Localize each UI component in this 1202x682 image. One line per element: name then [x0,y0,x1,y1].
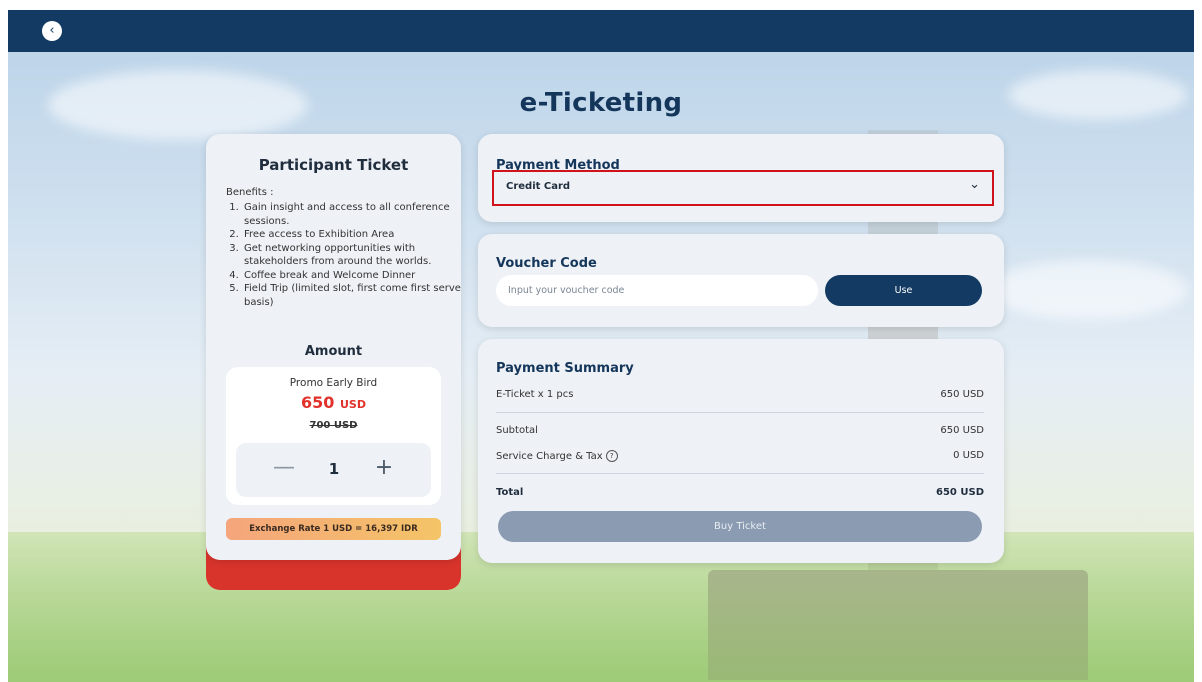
voucher-input[interactable] [496,275,818,306]
amount-label: Amount [304,344,363,359]
back-button[interactable]: ‹ [42,21,62,41]
divider [496,473,984,474]
promo-price-value: 650 [301,393,335,412]
summary-row-subtotal: Subtotal 650 USD [496,425,984,436]
subtotal-value: 650 USD [940,425,984,436]
promo-price: 650 USD [226,393,441,412]
promo-name: Promo Early Bird [289,377,378,389]
quantity-value: 1 [328,460,340,478]
payment-method-select[interactable]: Credit Card ⌄ [492,170,994,206]
benefits-label: Benefits : [226,187,274,198]
voucher-title: Voucher Code [496,256,597,271]
benefit-item: Get networking opportunities with stakeh… [242,242,472,269]
buy-ticket-button[interactable]: Buy Ticket [498,511,982,542]
service-label: Service Charge & Tax [496,451,603,462]
total-value: 650 USD [936,487,984,498]
subtotal-label: Subtotal [496,425,538,436]
top-navbar: ‹ [8,10,1194,52]
exchange-rate-badge: Exchange Rate 1 USD = 16,397 IDR [226,518,441,540]
total-label: Total [496,487,524,498]
chevron-left-icon: ‹ [49,23,55,38]
item-label: E-Ticket x 1 pcs [496,389,574,400]
benefit-item: Gain insight and access to all conferenc… [242,201,472,228]
payment-method-card: Payment Method Credit Card ⌄ [478,134,1004,222]
summary-row-total: Total 650 USD [496,487,984,498]
summary-row-service: Service Charge & Tax? 0 USD [496,450,984,462]
payment-summary-title: Payment Summary [496,361,634,376]
decrease-quantity-button[interactable]: — [272,457,296,481]
price-box: Promo Early Bird 650 USD 700 USD — 1 + [226,367,441,505]
payment-summary-card: Payment Summary E-Ticket x 1 pcs 650 USD… [478,339,1004,563]
item-value: 650 USD [940,389,984,400]
ticket-card: Participant Ticket Benefits : Gain insig… [206,134,461,560]
summary-row-item: E-Ticket x 1 pcs 650 USD [496,389,984,400]
benefit-item: Free access to Exhibition Area [242,228,472,242]
increase-quantity-button[interactable]: + [372,457,396,481]
original-price: 700 USD [309,420,358,431]
chevron-down-icon: ⌄ [969,177,980,192]
payment-method-value: Credit Card [506,181,571,192]
page-title: e-Ticketing [519,88,683,118]
help-icon[interactable]: ? [605,450,618,462]
benefit-item: Field Trip (limited slot, first come fir… [242,282,472,309]
use-voucher-button[interactable]: Use [825,275,982,306]
background-temple [708,570,1088,680]
ticket-title: Participant Ticket [258,156,409,174]
divider [496,412,984,413]
promo-price-currency: USD [339,398,366,411]
background-cloud [988,260,1188,320]
voucher-card: Voucher Code Use [478,234,1004,327]
benefit-item: Coffee break and Welcome Dinner [242,269,472,283]
quantity-stepper: — 1 + [236,443,431,497]
benefits-list: Gain insight and access to all conferenc… [228,201,472,309]
app-frame: ‹ e-Ticketing Participant Ticket Benefit… [8,10,1194,682]
service-value: 0 USD [953,450,984,461]
